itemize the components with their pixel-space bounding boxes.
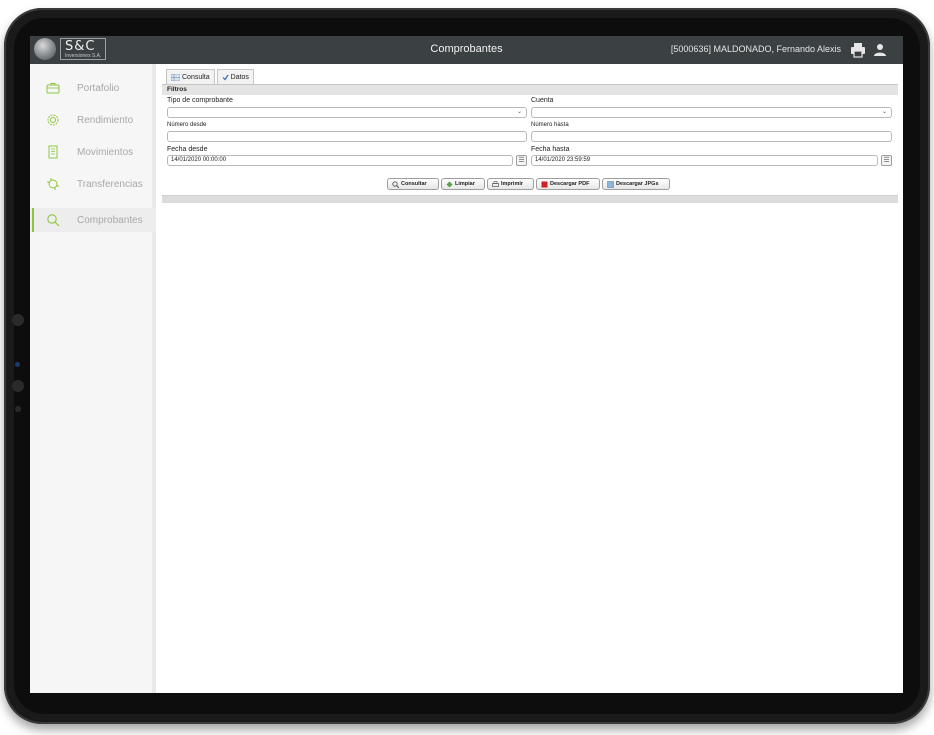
cuenta-label: Cuenta	[531, 97, 554, 104]
sidebar-item-portafolio[interactable]: Portafolio	[30, 76, 156, 100]
image-icon	[607, 180, 614, 188]
sidebar-item-label: Rendimiento	[77, 114, 134, 126]
tab-label: Datos	[230, 73, 249, 81]
tab-label: Consulta	[182, 73, 210, 81]
fecha-hasta-field[interactable]: 14/01/2020 23:59:59	[531, 155, 878, 166]
sidebar-item-label: Transferencias	[77, 178, 143, 190]
calendar-icon[interactable]: ☰	[881, 155, 892, 166]
sidebar: Portafolio Rendimiento Movimientos Trans…	[30, 64, 156, 693]
descargar-pdf-label: Descargar PDF	[550, 181, 590, 187]
camera-icon	[12, 380, 24, 392]
numero-desde-field[interactable]	[167, 131, 527, 142]
tab-bar: Consulta Datos	[166, 69, 254, 84]
app-screen: S&C Inversiones S.A. Comprobantes [50006…	[30, 36, 903, 693]
fecha-hasta-label: Fecha hasta	[531, 146, 570, 153]
document-icon	[48, 145, 58, 159]
briefcase-icon	[46, 83, 60, 94]
user-name: [5000636] MALDONADO, Fernando Alexis	[670, 44, 841, 54]
tab-consulta[interactable]: Consulta	[166, 69, 215, 84]
sidebar-item-movimientos[interactable]: Movimientos	[30, 140, 156, 164]
fecha-desde-label: Fecha desde	[167, 146, 208, 153]
action-button-row: Consultar Limpiar Imprimir Descargar PDF…	[160, 178, 898, 190]
limpiar-button[interactable]: Limpiar	[441, 178, 485, 190]
eraser-icon	[446, 181, 453, 187]
results-grid-header	[162, 195, 898, 203]
tab-datos[interactable]: Datos	[216, 69, 254, 84]
pdf-icon	[541, 181, 548, 187]
descargar-pdf-button[interactable]: Descargar PDF	[536, 178, 600, 190]
imprimir-button[interactable]: Imprimir	[487, 178, 534, 190]
top-bar: S&C Inversiones S.A. Comprobantes [50006…	[30, 36, 903, 64]
filters-header: Filtros	[162, 85, 898, 95]
print-icon[interactable]	[850, 42, 866, 58]
cuenta-select[interactable]: ⌄	[531, 107, 892, 118]
sidebar-item-rendimiento[interactable]: Rendimiento	[30, 108, 156, 132]
consultar-button[interactable]: Consultar	[387, 178, 439, 190]
grid-icon	[171, 73, 180, 81]
descargar-jpgs-button[interactable]: Descargar JPGs	[602, 178, 670, 190]
imprimir-label: Imprimir	[501, 181, 524, 187]
consultar-label: Consultar	[401, 181, 427, 187]
limpiar-label: Limpiar	[455, 181, 475, 187]
gear-icon	[47, 114, 59, 126]
microphone-icon	[15, 406, 21, 412]
tipo-comprobante-label: Tipo de comprobante	[167, 97, 233, 104]
search-icon	[47, 214, 60, 227]
search-icon	[392, 180, 399, 188]
sidebar-item-label: Portafolio	[77, 82, 120, 94]
sidebar-item-label: Comprobantes	[77, 214, 143, 226]
fecha-desde-field[interactable]: 14/01/2020 00:00:00	[167, 155, 513, 166]
print-icon	[492, 180, 499, 187]
transfer-icon	[47, 178, 59, 190]
sensor-icon	[15, 362, 20, 367]
calendar-icon[interactable]: ☰	[516, 155, 527, 166]
main-content: Consulta Datos Filtros Tipo de comproban…	[160, 68, 898, 690]
numero-desde-label: Número desde	[167, 122, 207, 128]
side-button-icon	[12, 314, 24, 326]
numero-hasta-label: Número hasta	[531, 122, 569, 128]
chevron-down-icon: ⌄	[881, 109, 887, 115]
sidebar-item-transferencias[interactable]: Transferencias	[30, 172, 156, 196]
sidebar-item-comprobantes[interactable]: Comprobantes	[30, 208, 156, 232]
user-icon[interactable]	[872, 42, 888, 58]
tipo-comprobante-select[interactable]: ⌄	[167, 107, 527, 118]
descargar-jpgs-label: Descargar JPGs	[616, 181, 659, 187]
chevron-down-icon: ⌄	[516, 109, 522, 115]
sidebar-item-label: Movimientos	[77, 146, 134, 158]
numero-hasta-field[interactable]	[531, 131, 892, 142]
check-icon	[222, 74, 229, 80]
